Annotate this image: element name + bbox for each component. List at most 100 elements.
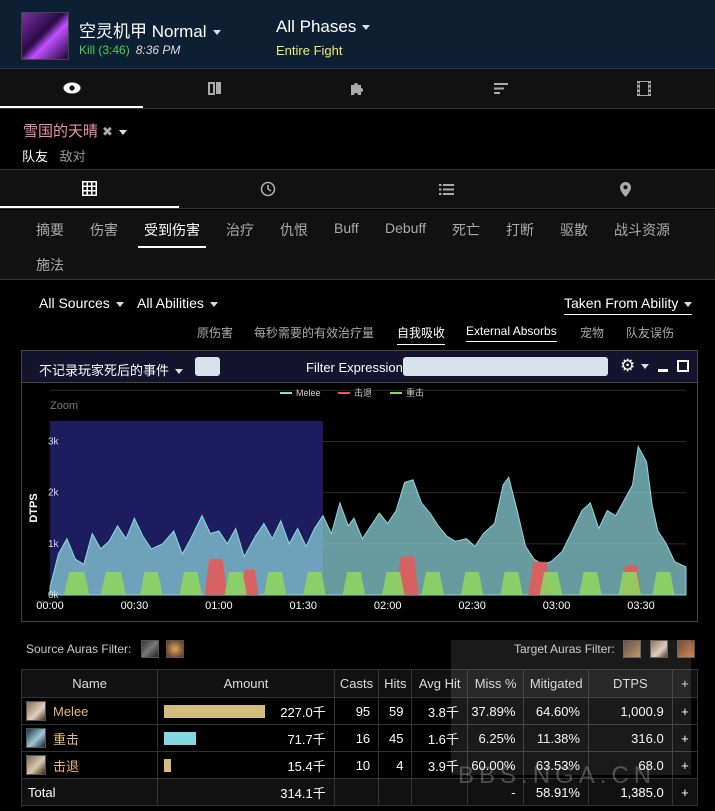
tab-healing[interactable]: 治疗 [226, 220, 254, 240]
ability-icon [26, 755, 46, 775]
subtab-friendly-fire[interactable]: 队友误伤 [626, 324, 674, 341]
compare-icon [207, 82, 221, 95]
abilities-dropdown[interactable]: All Abilities [137, 295, 218, 311]
tab-deaths[interactable]: 死亡 [452, 220, 480, 240]
settings-menu[interactable]: ⚙ [620, 356, 650, 376]
watermark-text: BBS.NGA.CN [458, 762, 657, 789]
subtab-raw-damage[interactable]: 原伤害 [197, 324, 233, 341]
phase-selector[interactable]: All Phases [276, 17, 371, 37]
source-aura-icon[interactable] [166, 640, 184, 658]
sources-dropdown[interactable]: All Sources [39, 295, 124, 311]
x-tick-label: 00:00 [36, 600, 64, 612]
subtab-self-absorb[interactable]: 自我吸收 [397, 324, 446, 345]
tab-summary[interactable]: 摘要 [36, 220, 64, 240]
table-icon [81, 180, 97, 196]
amount-cell: 71.7千 [157, 724, 335, 752]
graph-panel: 不记录玩家死后的事件 Filter Expression: ⚙ Zoom 00:0… [21, 350, 698, 622]
death-filter-label: 不记录玩家死后的事件 [39, 363, 170, 378]
tab-friendly[interactable]: 队友 [22, 149, 48, 164]
x-tick-label: 02:00 [374, 600, 402, 612]
y-axis-label: DTPS [28, 493, 40, 522]
tab-resources[interactable]: 战斗资源 [614, 220, 670, 240]
sort-icon [493, 83, 508, 94]
tab-damage-done[interactable]: 伤害 [90, 220, 118, 240]
view-dropdown[interactable]: Taken From Ability [564, 295, 693, 315]
tab-threat[interactable]: 仇恨 [280, 220, 308, 240]
player-selector[interactable]: 雪国的天晴 ✖ [23, 120, 127, 141]
x-tick-label: 01:30 [290, 600, 318, 612]
mode-tabs [0, 169, 715, 209]
tab-compare[interactable] [143, 69, 286, 108]
encounter-selector[interactable]: 空灵机甲 Normal [79, 17, 221, 42]
tab-interrupts[interactable]: 打断 [506, 220, 534, 240]
casts-value: 10 [333, 751, 380, 779]
tab-buffs[interactable]: Buff [334, 220, 359, 236]
subtab-external-absorbs[interactable]: External Absorbs [466, 324, 557, 342]
total-hits [378, 778, 413, 806]
add-button[interactable]: + [671, 778, 699, 806]
legend-label: 击退 [354, 387, 372, 398]
casts-value: 95 [333, 697, 380, 725]
abilities-value: All Abilities [137, 295, 204, 311]
zoom-label: Zoom [50, 400, 78, 412]
ability-icon [26, 728, 46, 748]
tab-casts[interactable]: 施法 [36, 255, 64, 275]
ability-name-wrap: 击退 [22, 755, 157, 775]
tab-overview[interactable] [0, 69, 143, 108]
ability-name[interactable]: 击退 [53, 756, 79, 775]
tab-debuffs[interactable]: Debuff [385, 220, 426, 236]
toggle-box[interactable] [195, 357, 220, 376]
tab-map[interactable] [536, 170, 715, 208]
side-tabs: 队友 敌对 [22, 146, 94, 165]
maximize-icon[interactable] [677, 360, 689, 372]
y-tick-label: 2k [48, 488, 60, 499]
col-hits[interactable]: Hits [378, 669, 413, 698]
chevron-down-icon [175, 369, 184, 375]
source-aura-icon[interactable] [141, 640, 159, 658]
col-amount[interactable]: Amount [157, 669, 335, 698]
tab-damage-taken[interactable]: 受到伤害 [138, 220, 206, 248]
y-tick-label: 0k [48, 590, 60, 601]
subtab-pets[interactable]: 宠物 [580, 324, 604, 341]
ability-name[interactable]: 重击 [53, 729, 79, 748]
eye-icon [63, 82, 80, 93]
tab-enemy[interactable]: 敌对 [60, 149, 86, 164]
clock-icon [260, 181, 276, 197]
tab-timeline[interactable] [179, 170, 358, 208]
dtps-chart[interactable]: Zoom 00:00 00:30 01:00 01:30 02:00 02:30 03:00 0… [22, 383, 697, 621]
subtab-healing-needed[interactable]: 每秒需要的有效治疗量 [254, 324, 374, 341]
tab-events[interactable] [358, 170, 537, 208]
ability-name-wrap: 重击 [22, 728, 157, 748]
filter-expression-input[interactable] [403, 357, 608, 376]
tab-rankings[interactable] [429, 69, 572, 108]
ability-name[interactable]: Melee [53, 704, 88, 719]
y-tick-label: 3k [48, 436, 60, 447]
tab-dispels[interactable]: 驱散 [560, 220, 588, 240]
minimize-icon[interactable] [658, 369, 668, 372]
source-auras-label: Source Auras Filter: [26, 642, 132, 656]
ability-cell[interactable]: Melee [20, 697, 159, 725]
x-tick-label: 01:00 [205, 600, 233, 612]
ability-icon [26, 701, 46, 721]
tab-replay[interactable] [572, 69, 715, 108]
legend-label: 重击 [406, 387, 424, 398]
tab-table[interactable] [0, 170, 179, 208]
encounter-header: 空灵机甲 Normal Kill (3:46) 8:36 PM All Phase… [0, 0, 715, 69]
tab-plugins[interactable] [286, 69, 429, 108]
boss-portrait-icon [21, 12, 69, 60]
kill-info: Kill (3:46) 8:36 PM [79, 43, 180, 57]
sources-value: All Sources [39, 295, 110, 311]
chevron-down-icon [118, 129, 127, 135]
legend-label: Melee [296, 388, 321, 398]
ability-cell[interactable]: 重击 [20, 724, 159, 752]
total-casts [333, 778, 380, 806]
amount-cell: 227.0千 [157, 697, 335, 725]
ability-name-wrap: Melee [22, 701, 157, 721]
close-icon[interactable]: ✖ [102, 124, 113, 139]
col-name[interactable]: Name [20, 669, 159, 698]
hits-value: 59 [378, 697, 413, 725]
ability-cell[interactable]: 击退 [20, 751, 159, 779]
death-filter-dropdown[interactable]: 不记录玩家死后的事件 [39, 360, 184, 379]
kill-status: Kill (3:46) [79, 43, 130, 57]
col-casts[interactable]: Casts [333, 669, 380, 698]
